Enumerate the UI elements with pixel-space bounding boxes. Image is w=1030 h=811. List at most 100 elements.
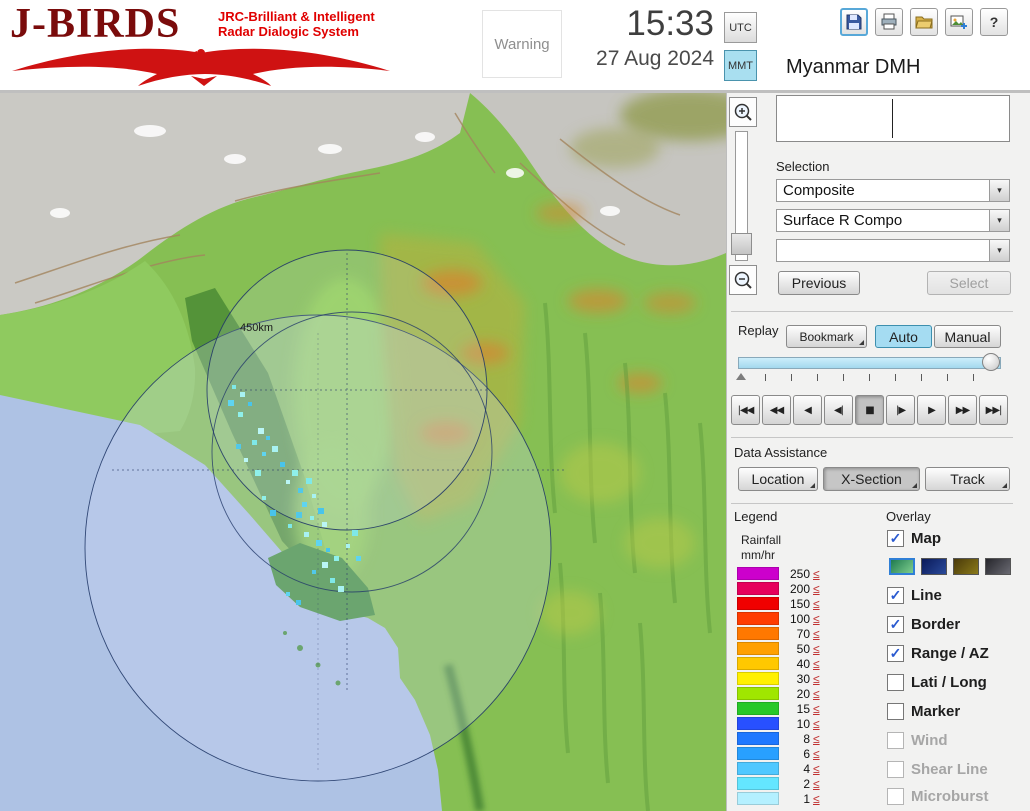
- timeline-tick: [817, 374, 818, 381]
- map-style-dark-olive[interactable]: [953, 558, 979, 575]
- timezone-mmt-button[interactable]: MMT: [724, 50, 757, 81]
- legend-operator[interactable]: ≤: [813, 567, 820, 581]
- manual-mode-button[interactable]: Manual: [934, 325, 1001, 348]
- checkbox-checked-icon[interactable]: ✓: [887, 645, 904, 662]
- legend-operator[interactable]: ≤: [813, 642, 820, 656]
- legend-operator[interactable]: ≤: [813, 747, 820, 761]
- radar-map-area[interactable]: 450km: [0, 89, 760, 811]
- overlay-item-label: Wind: [911, 732, 948, 749]
- help-button[interactable]: ?: [980, 8, 1008, 36]
- open-file-button[interactable]: [910, 8, 938, 36]
- playback-button-5[interactable]: |▶: [886, 395, 915, 425]
- playback-button-6[interactable]: ▶: [917, 395, 946, 425]
- selection-dropdown-1[interactable]: Surface R Compo ▾: [776, 209, 1010, 232]
- timeline-handle[interactable]: [982, 353, 1000, 371]
- legend-operator[interactable]: ≤: [813, 762, 820, 776]
- legend-operator[interactable]: ≤: [813, 702, 820, 716]
- capture-icon: [950, 15, 967, 29]
- overlay-item-lati-long[interactable]: Lati / Long: [887, 674, 987, 691]
- product-info-box[interactable]: [776, 95, 1010, 142]
- data-assistance-track-button[interactable]: Track: [925, 467, 1010, 491]
- legend-operator[interactable]: ≤: [813, 612, 820, 626]
- legend-operator[interactable]: ≤: [813, 717, 820, 731]
- chevron-down-icon[interactable]: ▾: [989, 180, 1009, 201]
- legend-value: 8: [803, 731, 810, 746]
- warning-indicator[interactable]: Warning: [482, 10, 562, 78]
- checkbox-icon[interactable]: [887, 732, 904, 749]
- map-style-dark-gray[interactable]: [985, 558, 1011, 575]
- legend-operator[interactable]: ≤: [813, 627, 820, 641]
- legend-color-swatch: [737, 642, 779, 655]
- help-icon: ?: [990, 14, 999, 30]
- playback-button-3[interactable]: ◀|: [824, 395, 853, 425]
- auto-mode-button[interactable]: Auto: [875, 325, 932, 348]
- capture-button[interactable]: [945, 8, 973, 36]
- data-assistance-x-section-button[interactable]: X-Section: [823, 467, 920, 491]
- overlay-item-wind[interactable]: Wind: [887, 732, 948, 749]
- previous-button[interactable]: Previous: [778, 271, 860, 295]
- legend-operator[interactable]: ≤: [813, 582, 820, 596]
- checkbox-icon[interactable]: [887, 703, 904, 720]
- timezone-utc-button[interactable]: UTC: [724, 12, 757, 43]
- playback-button-4[interactable]: ■: [855, 395, 884, 425]
- playback-button-0[interactable]: |◀◀: [731, 395, 760, 425]
- playback-button-1[interactable]: ◀◀: [762, 395, 791, 425]
- checkbox-checked-icon[interactable]: ✓: [887, 587, 904, 604]
- overlay-item-map[interactable]: ✓ Map: [887, 530, 941, 547]
- playback-button-7[interactable]: ▶▶: [948, 395, 977, 425]
- legend-operator[interactable]: ≤: [813, 687, 820, 701]
- select-button[interactable]: Select: [927, 271, 1011, 295]
- checkbox-checked-icon[interactable]: ✓: [887, 530, 904, 547]
- legend-color-swatch: [737, 747, 779, 760]
- zoom-out-button[interactable]: [729, 265, 757, 295]
- overlay-item-border[interactable]: ✓ Border: [887, 616, 960, 633]
- legend-operator[interactable]: ≤: [813, 657, 820, 671]
- header: J-BIRDS JRC-Brilliant & Intelligent Rada…: [0, 0, 1030, 93]
- overlay-item-shear-line[interactable]: Shear Line: [887, 761, 988, 778]
- chevron-down-icon[interactable]: ▾: [989, 240, 1009, 261]
- legend-row: 15 ≤: [737, 701, 820, 716]
- overlay-item-range-az[interactable]: ✓ Range / AZ: [887, 645, 989, 662]
- chevron-down-icon[interactable]: ▾: [989, 210, 1009, 231]
- bookmark-button[interactable]: Bookmark: [786, 325, 867, 348]
- selection-label: Selection: [776, 159, 830, 174]
- checkbox-checked-icon[interactable]: ✓: [887, 616, 904, 633]
- legend-operator[interactable]: ≤: [813, 597, 820, 611]
- zoom-in-button[interactable]: [729, 97, 757, 127]
- overlay-item-microburst[interactable]: Microburst: [887, 788, 989, 805]
- overlay-item-label: Map: [911, 530, 941, 547]
- overlay-item-label: Marker: [911, 703, 961, 720]
- data-assistance-location-button[interactable]: Location: [738, 467, 818, 491]
- overlay-item-marker[interactable]: Marker: [887, 703, 960, 720]
- overlay-item-label: Range / AZ: [911, 645, 989, 662]
- legend-row: 4 ≤: [737, 761, 820, 776]
- playback-button-8[interactable]: ▶▶|: [979, 395, 1008, 425]
- playback-controls: |◀◀ ◀◀ ◀ ◀| ■ |▶ ▶ ▶▶ ▶▶|: [731, 395, 1008, 425]
- selection-dropdown-0[interactable]: Composite ▾: [776, 179, 1010, 202]
- overlay-item-line[interactable]: ✓ Line: [887, 587, 942, 604]
- legend-operator[interactable]: ≤: [813, 777, 820, 791]
- checkbox-icon[interactable]: [887, 788, 904, 805]
- map-style-dark-navy[interactable]: [921, 558, 947, 575]
- legend-operator[interactable]: ≤: [813, 672, 820, 686]
- legend-color-swatch: [737, 792, 779, 805]
- legend-operator[interactable]: ≤: [813, 732, 820, 746]
- timeline-tick: [895, 374, 896, 381]
- zoom-slider-thumb[interactable]: [731, 233, 752, 255]
- checkbox-icon[interactable]: [887, 761, 904, 778]
- playback-button-2[interactable]: ◀: [793, 395, 822, 425]
- checkbox-icon[interactable]: [887, 674, 904, 691]
- legend-unit-line2: mm/hr: [741, 548, 775, 562]
- map-style-terrain-green[interactable]: [889, 558, 915, 575]
- overlay-item-label: Shear Line: [911, 761, 988, 778]
- legend-operator[interactable]: ≤: [813, 792, 820, 806]
- legend-label: Legend: [734, 509, 778, 524]
- print-button[interactable]: [875, 8, 903, 36]
- selection-dropdown-2[interactable]: ▾: [776, 239, 1010, 262]
- legend-row: 2 ≤: [737, 776, 820, 791]
- weather-map[interactable]: 450km: [0, 89, 760, 811]
- legend-color-swatch: [737, 732, 779, 745]
- replay-timeline[interactable]: [738, 357, 1001, 369]
- legend-value: 40: [796, 656, 810, 671]
- save-button[interactable]: [840, 8, 868, 36]
